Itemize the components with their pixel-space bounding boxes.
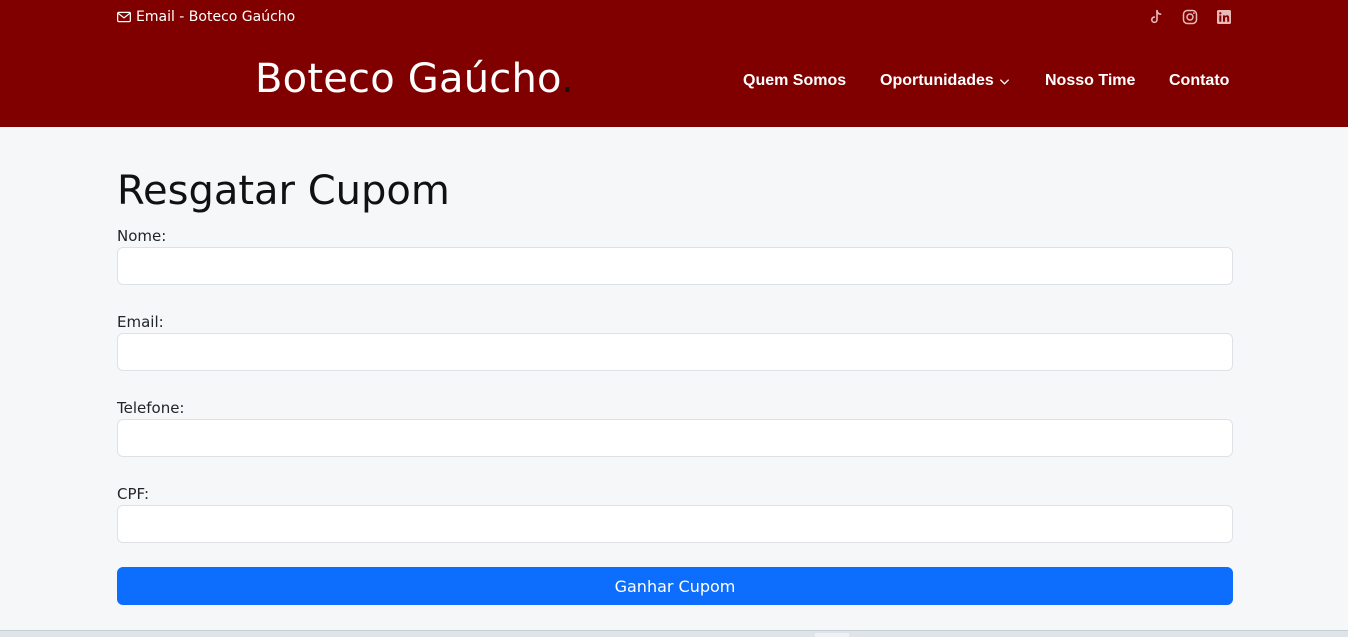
name-label: Nome:: [117, 227, 167, 245]
email-input[interactable]: [117, 333, 1233, 371]
instagram-icon[interactable]: [1182, 9, 1198, 25]
logo-text: Boteco Gaúcho: [255, 56, 561, 102]
site-logo[interactable]: Boteco Gaúcho.: [255, 52, 574, 106]
nav-item-contato[interactable]: Contato: [1169, 70, 1229, 92]
social-links: [1148, 8, 1232, 26]
nav-item-label: Nosso Time: [1045, 72, 1136, 89]
nav-item-quem-somos[interactable]: Quem Somos: [743, 70, 846, 92]
cpf-label: CPF:: [117, 485, 150, 503]
nav-item-label: Oportunidades: [880, 72, 994, 89]
nav-item-nosso-time[interactable]: Nosso Time: [1045, 70, 1135, 92]
site-header: Email - Boteco Gaúcho Boteco Gaúcho. Que…: [0, 0, 1348, 127]
submit-coupon-button[interactable]: Ganhar Cupom: [117, 567, 1233, 605]
envelope-icon: [117, 11, 131, 23]
topbar-email-text: Email - Boteco Gaúcho: [136, 9, 296, 25]
nav-item-label: Quem Somos: [743, 72, 847, 89]
email-label: Email:: [117, 313, 164, 331]
phone-label: Telefone:: [117, 399, 185, 417]
cpf-input[interactable]: [117, 505, 1233, 543]
topbar-email-link[interactable]: Email - Boteco Gaúcho: [117, 8, 295, 26]
bottom-scroll-strip: [0, 630, 1348, 637]
nav-item-label: Contato: [1169, 72, 1230, 89]
logo-dot: .: [560, 56, 574, 102]
name-input[interactable]: [117, 247, 1233, 285]
page-title: Resgatar Cupom: [117, 168, 450, 214]
bottom-scroll-thumb[interactable]: [815, 633, 849, 637]
linkedin-icon[interactable]: [1216, 9, 1232, 25]
phone-input[interactable]: [117, 419, 1233, 457]
nav-item-oportunidades[interactable]: Oportunidades: [880, 70, 1010, 92]
tiktok-icon[interactable]: [1148, 9, 1164, 25]
chevron-down-icon: [999, 78, 1009, 85]
